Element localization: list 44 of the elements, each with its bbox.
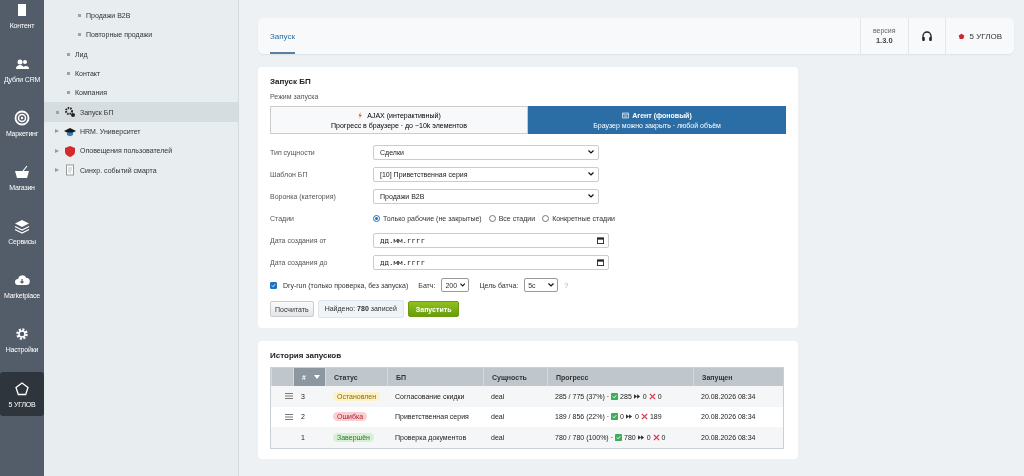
calendar-icon[interactable] [597,236,604,244]
cross-icon [640,413,648,421]
skip-icon [633,392,641,400]
tab[interactable]: Запуск [270,18,296,54]
chevron-icon [588,194,594,198]
pentagon-icon [957,32,965,40]
basket-icon [14,163,30,180]
section-title: История запусков [270,351,343,360]
window-icon [622,111,630,119]
drag-handle-icon[interactable] [285,393,293,400]
chevron-icon [588,150,594,154]
section-title: Запуск БП [270,77,312,86]
bullet-icon [66,91,70,95]
gears-icon [64,106,76,119]
brand-link[interactable]: 5 УГЛОВ [957,31,1002,41]
headphones-icon[interactable] [920,30,933,42]
bullet-icon [77,33,81,37]
layers-icon [14,217,30,234]
calendar-icon[interactable] [597,258,604,266]
skip-icon [637,433,645,441]
expand-arrow-icon[interactable] [55,168,59,172]
shield-icon [64,144,76,157]
bullet-icon [77,14,81,18]
skip-icon [626,413,633,421]
check-icon [615,433,622,441]
bullet-icon [66,52,70,56]
cross-icon [652,433,660,441]
target-icon [14,109,30,126]
pentagon-icon [14,380,30,397]
document-icon [64,164,76,176]
bullet-icon [66,72,70,76]
settings-icon [14,325,30,342]
expand-arrow-icon[interactable] [55,148,59,153]
chevron-icon [460,283,466,287]
check-icon [611,413,619,421]
chevron-icon [548,283,555,287]
checkbox[interactable] [270,281,277,289]
sort-caret-icon [314,375,320,379]
chevron-icon [588,172,594,176]
cross-icon [648,392,656,400]
check-icon [611,392,619,400]
expand-arrow-icon[interactable] [55,129,59,134]
graduation-cap-icon [64,125,76,138]
drag-handle-icon[interactable] [285,413,293,420]
